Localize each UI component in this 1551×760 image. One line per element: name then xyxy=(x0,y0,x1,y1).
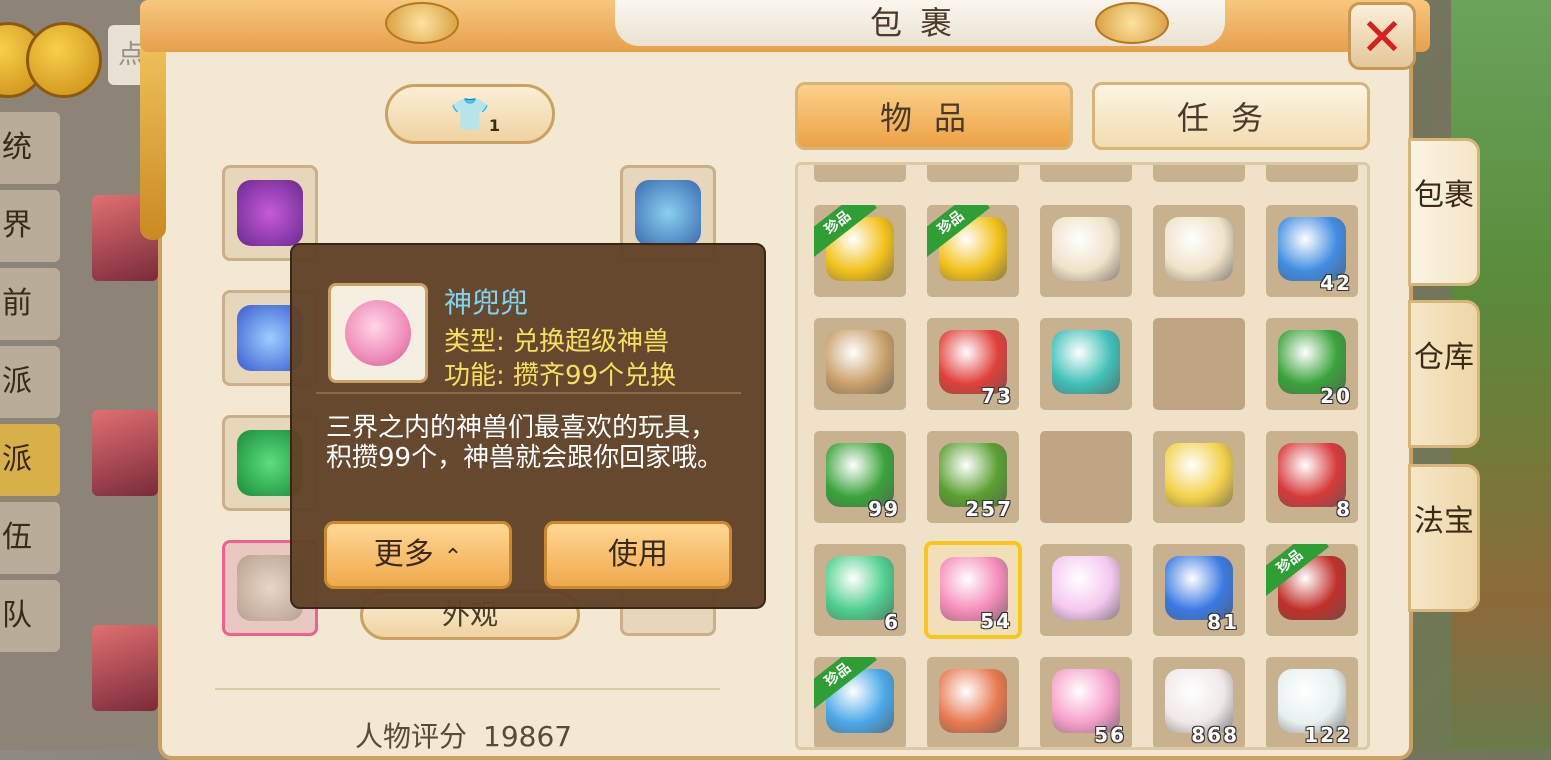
item-quantity: 868 xyxy=(1191,723,1239,747)
item-quantity: 257 xyxy=(965,497,1013,521)
side-menu-item[interactable]: 派 xyxy=(0,346,60,418)
book-bundle-icon xyxy=(826,330,894,394)
inventory-slot[interactable]: 122 xyxy=(1263,654,1361,747)
title-bar: 包裹 xyxy=(140,0,1430,52)
item-tooltip: 神兜兜 类型: 兑换超级神兽 功能: 攒齐99个兑换 三界之内的神兽们最喜欢的玩… xyxy=(290,243,766,609)
side-menu-item[interactable]: 界 xyxy=(0,190,60,262)
tooltip-type: 类型: 兑换超级神兽 xyxy=(444,327,670,357)
side-tab-treasure[interactable]: 法宝 xyxy=(1408,464,1480,612)
item-quantity: 56 xyxy=(1094,723,1126,747)
tab-quests[interactable]: 任务 xyxy=(1092,82,1370,150)
side-menu-item[interactable]: 伍 xyxy=(0,502,60,574)
scroll-ornament xyxy=(385,2,459,44)
inventory-slot[interactable] xyxy=(1263,165,1361,185)
necklace-icon xyxy=(635,180,701,246)
side-menu-item[interactable]: 前 xyxy=(0,268,60,340)
side-menu-item[interactable]: 统 xyxy=(0,112,60,184)
dropdown-button[interactable] xyxy=(26,22,102,98)
item-quantity: 99 xyxy=(868,497,900,521)
inventory-slot[interactable]: 73 xyxy=(924,315,1022,413)
inventory-slot[interactable] xyxy=(1150,165,1248,185)
tab-items[interactable]: 物品 xyxy=(795,82,1073,150)
avatar[interactable] xyxy=(92,625,158,711)
pocket-toy-icon xyxy=(345,300,411,366)
inventory-slot[interactable] xyxy=(811,165,909,185)
side-tab-warehouse[interactable]: 仓库 xyxy=(1408,300,1480,448)
inventory-slot[interactable]: 868 xyxy=(1150,654,1248,747)
inventory-slot[interactable]: 99 xyxy=(811,428,909,526)
inventory-slot[interactable] xyxy=(811,315,909,413)
outfit-button[interactable]: 👕 1 xyxy=(385,84,555,144)
shirt-icon: 👕 xyxy=(450,95,490,133)
inventory-slot[interactable]: 珍品 xyxy=(811,654,909,747)
inventory-slot[interactable] xyxy=(924,654,1022,747)
love-letter-icon xyxy=(1165,217,1233,281)
inventory-slot[interactable]: 8 xyxy=(1263,428,1361,526)
inventory-tabs: 物品 任务 xyxy=(795,82,1370,152)
inventory-slot[interactable] xyxy=(1037,315,1135,413)
inventory-grid[interactable]: 珍品 珍品 42 73 20 99 257 8 6 54 81 珍品 珍品 56 868 122 xyxy=(795,162,1370,750)
side-menu: 统界前派派伍队 xyxy=(0,112,60,658)
love-letter-icon xyxy=(1052,217,1120,281)
inventory-slot[interactable] xyxy=(1150,315,1248,413)
gold-candy-icon xyxy=(1165,443,1233,507)
item-quantity: 6 xyxy=(884,610,900,634)
tooltip-item-icon xyxy=(328,283,428,383)
score-value: 19867 xyxy=(483,720,573,753)
character-score: 人物评分 19867 xyxy=(355,715,572,755)
side-menu-item[interactable]: 队 xyxy=(0,580,60,652)
tooltip-item-name: 神兜兜 xyxy=(444,286,529,319)
tooltip-description: 三界之内的神兽们最喜欢的玩具，积攒99个，神兽就会跟你回家哦。 xyxy=(326,413,724,473)
inventory-slot[interactable]: 6 xyxy=(811,541,909,639)
inventory-slot[interactable] xyxy=(1037,202,1135,300)
pearl-orb-icon xyxy=(1052,556,1120,620)
inventory-slot[interactable] xyxy=(1037,428,1135,526)
use-button[interactable]: 使用 xyxy=(544,521,732,589)
inventory-slot[interactable] xyxy=(1037,541,1135,639)
scroll-ornament xyxy=(1095,2,1169,44)
inventory-slot[interactable] xyxy=(1037,165,1135,185)
coin-jar-icon xyxy=(939,669,1007,733)
close-button[interactable]: ✕ xyxy=(1348,2,1416,70)
item-quantity: 81 xyxy=(1207,610,1239,634)
background-left: 点 统界前派派伍队 xyxy=(0,0,168,750)
inventory-slot[interactable] xyxy=(1150,428,1248,526)
inventory-slot[interactable]: 珍品 xyxy=(1263,541,1361,639)
chevron-up-icon: ⌃ xyxy=(443,545,463,570)
inventory-slot[interactable]: 42 xyxy=(1263,202,1361,300)
inventory-slot[interactable]: 81 xyxy=(1150,541,1248,639)
helmet-icon xyxy=(237,180,303,246)
item-quantity: 122 xyxy=(1304,723,1352,747)
more-button[interactable]: 更多 ⌃ xyxy=(324,521,512,589)
inventory-slot[interactable] xyxy=(924,165,1022,185)
side-tab-bag[interactable]: 包裹 xyxy=(1408,138,1480,286)
inventory-slot[interactable]: 56 xyxy=(1037,654,1135,747)
outfit-count: 1 xyxy=(488,116,500,135)
more-button-label: 更多 xyxy=(373,537,434,572)
panda-orb-icon xyxy=(1052,330,1120,394)
divider xyxy=(215,688,720,690)
item-quantity: 54 xyxy=(980,609,1012,633)
inventory-slot[interactable]: 珍品 xyxy=(924,202,1022,300)
item-quantity: 73 xyxy=(981,384,1013,408)
inventory-slot[interactable]: 54 xyxy=(924,541,1022,639)
item-quantity: 42 xyxy=(1320,271,1352,295)
tooltip-divider xyxy=(316,392,741,394)
tassel-ornament xyxy=(140,40,166,240)
inventory-slot[interactable]: 257 xyxy=(924,428,1022,526)
item-quantity: 8 xyxy=(1336,497,1352,521)
inventory-slot[interactable]: 珍品 xyxy=(811,202,909,300)
inventory-slot[interactable]: 20 xyxy=(1263,315,1361,413)
avatar[interactable] xyxy=(92,410,158,496)
tooltip-function: 功能: 攒齐99个兑换 xyxy=(444,361,677,391)
side-menu-item[interactable]: 派 xyxy=(0,424,60,496)
item-quantity: 20 xyxy=(1320,384,1352,408)
score-label: 人物评分 xyxy=(355,720,468,753)
inventory-slot[interactable] xyxy=(1150,202,1248,300)
